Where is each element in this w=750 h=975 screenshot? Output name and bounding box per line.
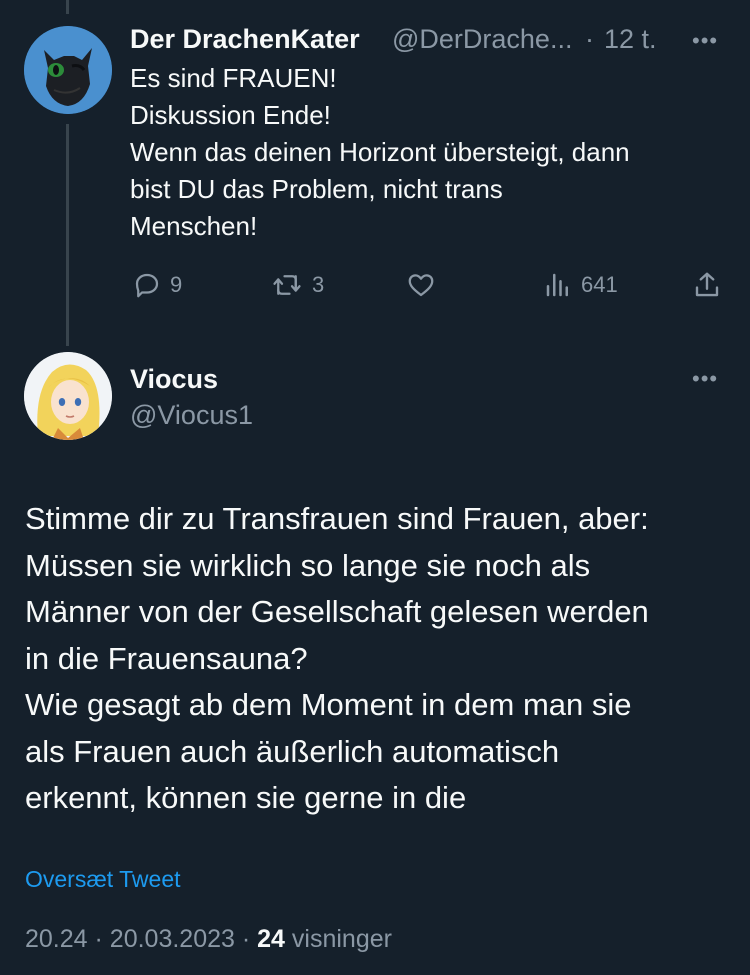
retweet-count: 3	[312, 272, 325, 297]
speech-bubble-icon	[135, 273, 159, 298]
reply-count: 9	[170, 272, 183, 297]
retweet-icon	[273, 275, 301, 295]
more-options-button[interactable]: •••	[692, 28, 718, 54]
retweet-button[interactable]: 3	[270, 270, 324, 300]
more-options-button[interactable]: •••	[692, 366, 718, 392]
separator-dot: ·	[241, 925, 251, 953]
views-button[interactable]: 641	[543, 270, 618, 300]
heart-icon	[408, 274, 434, 297]
tweet-date[interactable]: 20.03.2023	[110, 925, 235, 953]
views-count: 24	[257, 925, 285, 953]
bar-chart-icon	[546, 273, 568, 297]
author-name[interactable]: Viocus	[130, 364, 218, 395]
reply-button[interactable]: 9	[132, 270, 182, 300]
separator-dot: ·	[585, 24, 594, 54]
share-button[interactable]	[692, 270, 722, 300]
share-icon	[695, 272, 719, 297]
thread-line	[66, 124, 69, 346]
anime-avatar-icon	[24, 352, 112, 440]
tweet-time[interactable]: 12 t.	[604, 24, 657, 55]
author-handle[interactable]: @DerDrache...	[392, 24, 572, 55]
views-count: 641	[581, 272, 618, 297]
avatar[interactable]	[24, 26, 112, 114]
author-handle[interactable]: @Viocus1	[130, 400, 253, 431]
avatar[interactable]	[24, 352, 112, 440]
tweet-text: Stimme dir zu Transfrauen sind Frauen, a…	[25, 501, 649, 815]
author-name[interactable]: Der DrachenKater	[130, 24, 360, 55]
dragon-avatar-icon	[24, 26, 112, 114]
like-button[interactable]	[406, 270, 436, 300]
translate-tweet-link[interactable]: Oversæt Tweet	[25, 866, 181, 893]
tweet-text: Es sind FRAUEN! Diskussion Ende! Wenn da…	[130, 63, 630, 241]
tweet-time[interactable]: 20.24	[25, 925, 88, 953]
tweet-meta: 20.24 · 20.03.2023 · 24 visninger	[25, 925, 392, 954]
views-label: visninger	[291, 925, 392, 953]
separator-dot: ·	[94, 925, 103, 953]
thread-line-top	[66, 0, 69, 14]
